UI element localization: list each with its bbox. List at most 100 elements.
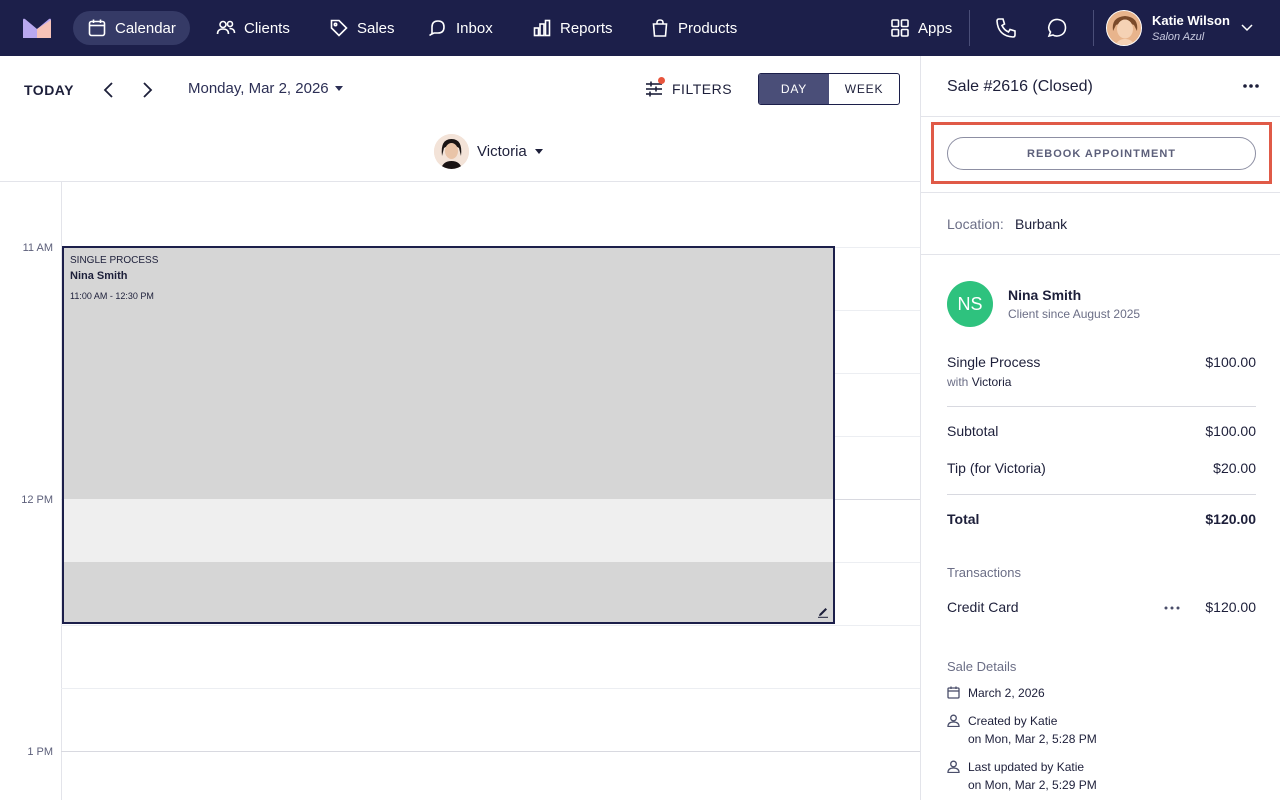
location-label: Location: <box>947 216 1004 232</box>
service-name: Single Process <box>947 354 1041 370</box>
week-view-button[interactable]: WEEK <box>829 74 899 104</box>
chevron-left-icon <box>103 82 113 98</box>
grid-icon <box>891 19 909 37</box>
created-on: on Mon, Mar 2, 5:28 PM <box>968 732 1097 746</box>
nav-apps[interactable]: Apps <box>876 11 966 45</box>
service-line: Single Process $100.00 <box>947 354 1256 370</box>
appointment-client: Nina Smith <box>70 270 128 282</box>
nav-clients[interactable]: Clients <box>202 11 304 45</box>
previous-day-button[interactable] <box>99 80 119 100</box>
message-circle-icon <box>1047 18 1067 38</box>
grid-line <box>835 310 920 311</box>
nav-reports-label: Reports <box>560 19 613 37</box>
caret-down-icon <box>334 86 343 91</box>
sale-title: Sale #2616 (Closed) <box>947 78 1093 95</box>
subtotal-label: Subtotal <box>947 423 999 439</box>
total-amount: $120.00 <box>1205 511 1256 527</box>
nav-inbox[interactable]: Inbox <box>414 11 507 45</box>
next-day-button[interactable] <box>137 80 157 100</box>
with-label: with <box>947 375 969 389</box>
nav-reports[interactable]: Reports <box>518 11 627 45</box>
nav-divider <box>969 10 970 46</box>
nav-products[interactable]: Products <box>636 11 751 45</box>
current-date: Monday, Mar 2, 2026 <box>188 80 329 97</box>
user-photo-icon <box>1107 11 1141 45</box>
hour-line <box>61 751 920 752</box>
service-staff-name: Victoria <box>971 375 1012 389</box>
nav-calendar[interactable]: Calendar <box>73 11 190 45</box>
nav-clients-label: Clients <box>244 19 290 37</box>
tag-icon <box>330 19 348 37</box>
tip-label: Tip (for Victoria) <box>947 460 1046 476</box>
salon-name: Salon Azul <box>1152 31 1205 43</box>
created-by: Created by Katie <box>968 714 1058 728</box>
users-icon <box>216 20 236 35</box>
appointment-service: SINGLE PROCESS <box>70 255 159 266</box>
app-logo-icon[interactable] <box>22 17 52 39</box>
rebook-appointment-button[interactable]: REBOOK APPOINTMENT <box>947 137 1256 170</box>
chevron-down-icon[interactable] <box>1240 20 1254 34</box>
rebook-highlight: REBOOK APPOINTMENT <box>931 122 1272 184</box>
transaction-more-icon[interactable] <box>1164 606 1180 610</box>
bar-chart-icon <box>533 19 551 37</box>
filters-label: FILTERS <box>672 81 733 97</box>
separator <box>921 192 1280 193</box>
nav-sales[interactable]: Sales <box>315 11 409 45</box>
client-since: Client since August 2025 <box>1008 307 1141 321</box>
created-text: Created by Katie on Mon, Mar 2, 5:28 PM <box>968 712 1097 748</box>
staff-photo-icon <box>434 134 469 169</box>
separator <box>921 254 1280 255</box>
messages-button[interactable] <box>1045 16 1069 40</box>
today-button[interactable]: TODAY <box>24 82 74 98</box>
appointment-block[interactable]: SINGLE PROCESS Nina Smith 11:00 AM - 12:… <box>62 246 835 624</box>
tip-line: Tip (for Victoria) $20.00 <box>947 460 1256 476</box>
user-avatar[interactable] <box>1106 10 1142 46</box>
appointment-time: 11:00 AM - 12:30 PM <box>70 291 154 301</box>
subtotal-amount: $100.00 <box>1205 423 1256 439</box>
sale-details-label: Sale Details <box>947 659 1017 674</box>
service-staff: with Victoria <box>947 375 1011 389</box>
time-label-11am: 11 AM <box>22 242 53 254</box>
more-options-icon[interactable] <box>1241 80 1261 92</box>
user-name: Katie Wilson <box>1152 13 1230 28</box>
date-picker[interactable]: Monday, Mar 2, 2026 <box>188 80 343 97</box>
tip-amount: $20.00 <box>1213 460 1256 476</box>
client-avatar[interactable]: NS <box>947 281 993 327</box>
grid-line <box>61 688 920 689</box>
view-toggle: DAY WEEK <box>758 73 900 105</box>
client-name[interactable]: Nina Smith <box>1008 287 1081 303</box>
day-view-button[interactable]: DAY <box>759 74 829 104</box>
time-label-1pm: 1 PM <box>27 746 53 758</box>
staff-selector[interactable]: Victoria <box>434 134 543 169</box>
sale-details-panel: Sale #2616 (Closed) REBOOK APPOINTMENT L… <box>920 56 1280 800</box>
subtotal-line: Subtotal $100.00 <box>947 423 1256 439</box>
user-icon <box>947 714 960 727</box>
active-filter-dot <box>658 77 665 84</box>
chat-bubble-icon <box>429 20 445 37</box>
separator <box>947 494 1256 495</box>
separator <box>921 116 1280 117</box>
filters-icon-wrap <box>644 77 665 99</box>
transaction-amount: $120.00 <box>1205 599 1256 615</box>
total-line: Total $120.00 <box>947 511 1256 527</box>
sale-date: March 2, 2026 <box>968 686 1045 700</box>
calendar-icon <box>88 19 106 37</box>
phone-button[interactable] <box>994 16 1018 40</box>
nav-inbox-label: Inbox <box>456 19 493 37</box>
user-icon <box>947 760 960 773</box>
processing-gap <box>64 499 833 562</box>
updated-by: Last updated by Katie <box>968 760 1085 774</box>
service-amount: $100.00 <box>1205 354 1256 370</box>
staff-name: Victoria <box>477 143 527 160</box>
pencil-icon[interactable] <box>817 606 829 618</box>
filters-button[interactable]: FILTERS <box>644 77 733 99</box>
grid-line <box>835 373 920 374</box>
phone-icon <box>996 18 1016 38</box>
sale-date-row: March 2, 2026 <box>947 684 1045 702</box>
staff-avatar <box>434 134 469 169</box>
top-navigation: Calendar Clients Sales Inbox Reports Pro… <box>0 0 1280 56</box>
grid-line <box>61 625 920 626</box>
chevron-right-icon <box>143 82 153 98</box>
transactions-label: Transactions <box>947 565 1021 580</box>
nav-divider <box>1093 10 1094 46</box>
